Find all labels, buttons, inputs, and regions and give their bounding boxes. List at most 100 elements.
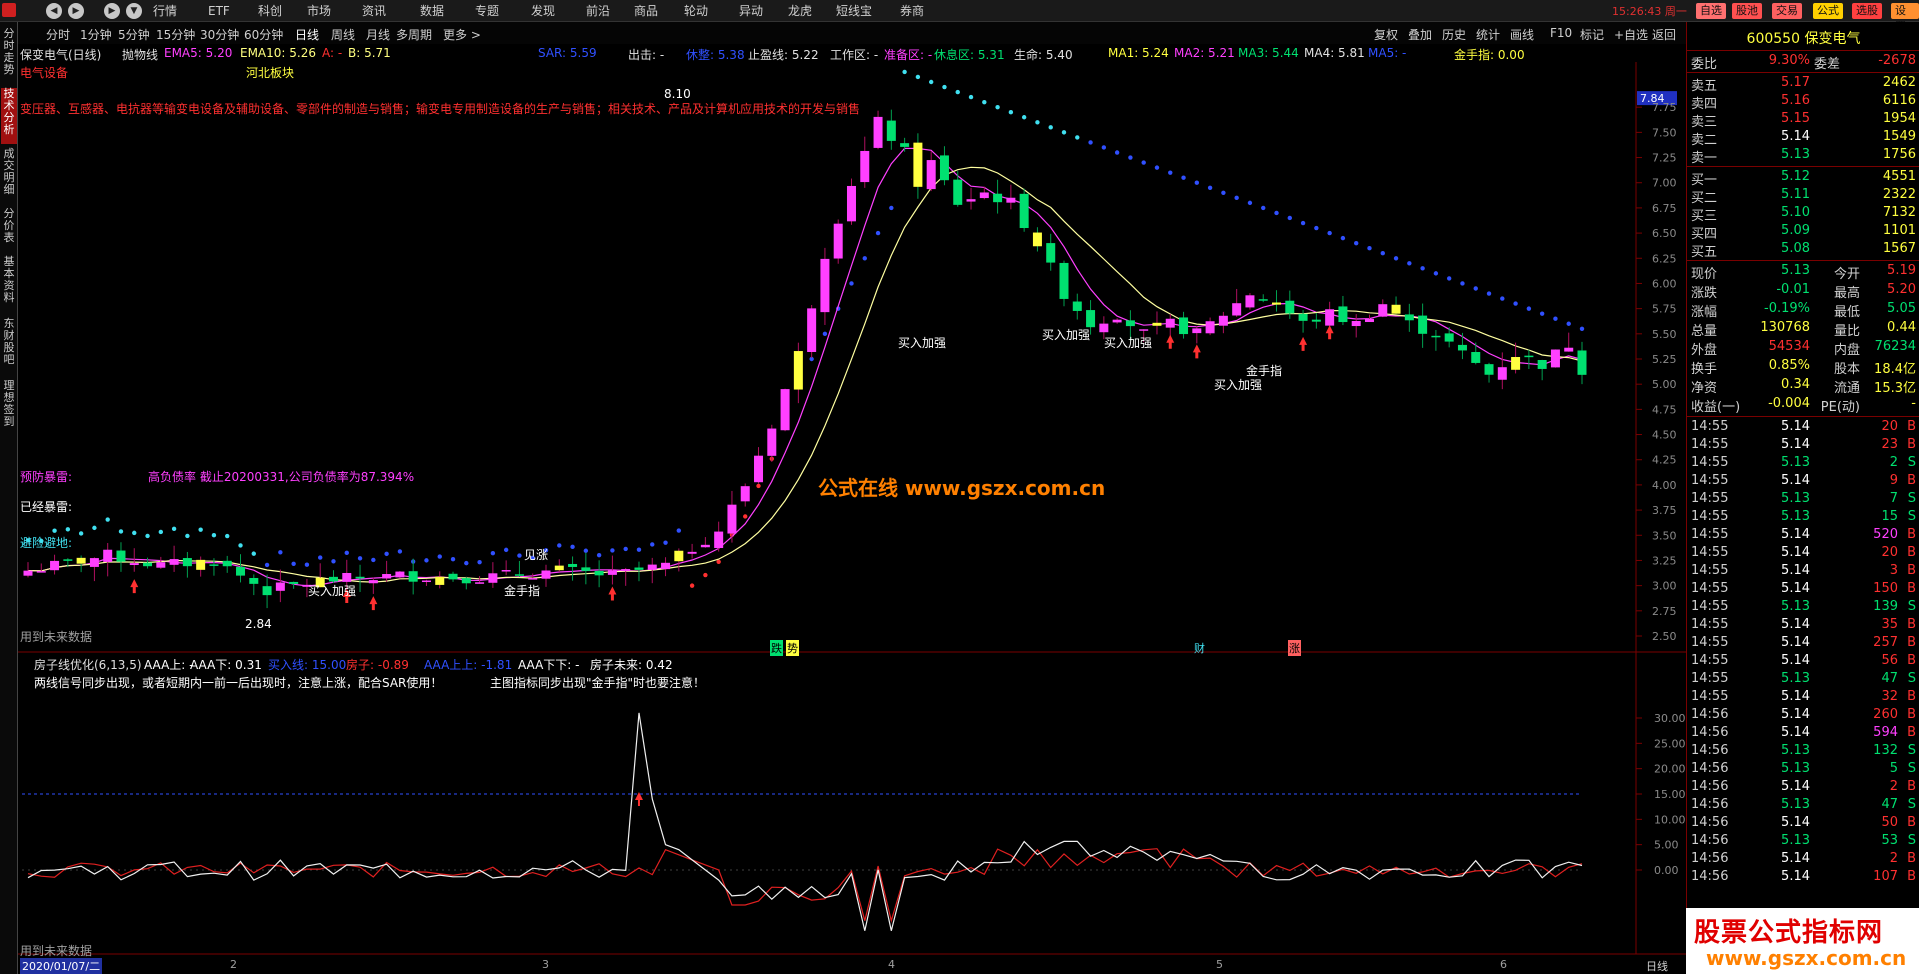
sar-dot <box>225 533 230 539</box>
quote-cell: 5.08 <box>1781 241 1810 256</box>
sar-dot <box>185 533 190 539</box>
sar-dot <box>1460 281 1465 286</box>
quote-cell: 3 <box>1889 563 1898 578</box>
period-indicator[interactable]: 日线 <box>1646 958 1668 974</box>
sar-dot <box>1021 115 1027 120</box>
sar-dot <box>1354 240 1359 246</box>
candle-body <box>939 155 949 181</box>
quote-cell: 14:55 <box>1691 563 1729 578</box>
sub-aaa-up: AAA上: - <box>144 658 194 672</box>
quick-guchi-button[interactable]: 股池 <box>1732 3 1762 19</box>
candle-body <box>488 573 498 583</box>
quick-jiaoyi-button[interactable]: 交易 <box>1772 3 1802 19</box>
sar-dot <box>477 559 482 565</box>
quick-zixuan-button[interactable]: 自选 <box>1696 3 1726 19</box>
candle-body <box>1511 357 1521 370</box>
month-tick: 4 <box>888 958 895 971</box>
sar-dot <box>357 556 363 561</box>
candle-body <box>116 550 126 562</box>
price-tick-label: 5.50 <box>1652 328 1677 341</box>
quote-cell: 今开 <box>1833 267 1860 282</box>
month-tick: 3 <box>542 958 549 971</box>
sar-dot <box>92 525 97 531</box>
tick-row: 14:56 5.14 594 B <box>1687 724 1919 742</box>
quote-cell: 最高 <box>1833 286 1860 301</box>
sar-dot <box>875 230 881 236</box>
quote-cell: 5.14 <box>1781 419 1810 434</box>
sar-dot <box>610 548 615 553</box>
quick-xuangu-button[interactable]: 选股 <box>1852 3 1882 19</box>
quick-gongshi-button[interactable]: 公式 <box>1813 3 1843 19</box>
bid-row: 买三 5.10 7132 <box>1687 204 1919 224</box>
candle-body <box>355 576 365 579</box>
region-label[interactable]: 河北板块 <box>246 64 294 81</box>
sar-dot <box>1367 246 1372 251</box>
quote-cell: 0.85% <box>1768 358 1810 373</box>
quote-cell: 14:56 <box>1691 869 1729 884</box>
sar-dot <box>756 483 761 489</box>
quote-cell: 净资 <box>1691 381 1718 396</box>
candle-body <box>1232 303 1242 316</box>
price-tick-label: 2.50 <box>1652 630 1677 643</box>
quote-cell: B <box>1907 437 1916 452</box>
warning-yufang-text: 高负债率 截止20200331,公司负债率为87.394% <box>148 470 415 484</box>
peak-label: 8.10 <box>664 87 691 101</box>
quote-cell: 5.20 <box>1887 282 1916 297</box>
sar-dot <box>676 528 682 533</box>
sector-label[interactable]: 电气设备 <box>20 64 68 81</box>
quote-cell: 53 <box>1881 833 1898 848</box>
candle-body <box>1006 197 1016 203</box>
quote-cell: B <box>1907 725 1916 740</box>
ema5-line <box>27 147 1583 587</box>
quote-cell: B <box>1907 563 1916 578</box>
quote-cell: 14:56 <box>1691 797 1729 812</box>
candle-body <box>36 571 46 573</box>
quote-cell: 5.16 <box>1781 93 1810 108</box>
buy-label: 买入加强 <box>308 584 357 598</box>
aaa-line <box>27 712 1583 931</box>
quote-cell: 5 <box>1889 761 1898 776</box>
sub-buyline: 买入线: 15.00 <box>268 658 347 672</box>
sub-title[interactable]: 房子线优化(6,13,5) <box>34 656 142 673</box>
candle-body <box>674 550 684 562</box>
quote-cell: 5.14 <box>1781 473 1810 488</box>
sar-dot <box>1181 175 1186 180</box>
price-tick-label: 7.00 <box>1652 177 1677 190</box>
sar-dot <box>65 527 71 532</box>
quote-cell: B <box>1907 581 1916 596</box>
tick-row: 14:56 5.13 5 S <box>1687 760 1919 778</box>
price-tick-label: 7.50 <box>1652 126 1677 139</box>
bid-row: 买四 5.09 1101 <box>1687 222 1919 242</box>
candle-body <box>1205 321 1215 334</box>
sar-dot <box>915 74 921 80</box>
quote-cell: 18.4亿 <box>1874 362 1916 377</box>
sar-dot <box>1407 261 1412 266</box>
quick-shezhi-button[interactable]: 设置 <box>1891 3 1919 33</box>
candle-body <box>979 192 989 199</box>
candle-body <box>129 563 139 566</box>
stat-row: 现价 5.13 今开 5.19 <box>1687 262 1919 282</box>
tick-row: 14:56 5.13 53 S <box>1687 832 1919 850</box>
sar-dot <box>1433 271 1439 276</box>
sar-dot <box>1340 235 1346 241</box>
divider <box>1687 166 1919 167</box>
quote-cell: B <box>1907 779 1916 794</box>
tag-zhang: 涨 <box>1288 640 1301 656</box>
quote-cell: 最低 <box>1833 305 1860 320</box>
signal-arrow-icon <box>1192 344 1201 359</box>
candle-body <box>767 428 777 456</box>
quote-cell: 139 <box>1873 599 1898 614</box>
quote-cell: 9 <box>1889 473 1898 488</box>
divider <box>1687 72 1919 73</box>
quote-cell: S <box>1907 833 1916 848</box>
sar-dot <box>331 559 336 564</box>
sar-dot <box>1154 165 1160 170</box>
quote-cell: 14:56 <box>1691 707 1729 722</box>
quote-cell: 20 <box>1881 419 1898 434</box>
quote-cell: 14:56 <box>1691 725 1729 740</box>
quote-cell: 卖一 <box>1691 151 1718 166</box>
stock-code-name[interactable]: 600550 保变电气 <box>1687 28 1919 48</box>
candle-body <box>913 142 923 187</box>
signal-arrow-icon <box>369 596 378 611</box>
sar-dot <box>928 79 934 85</box>
